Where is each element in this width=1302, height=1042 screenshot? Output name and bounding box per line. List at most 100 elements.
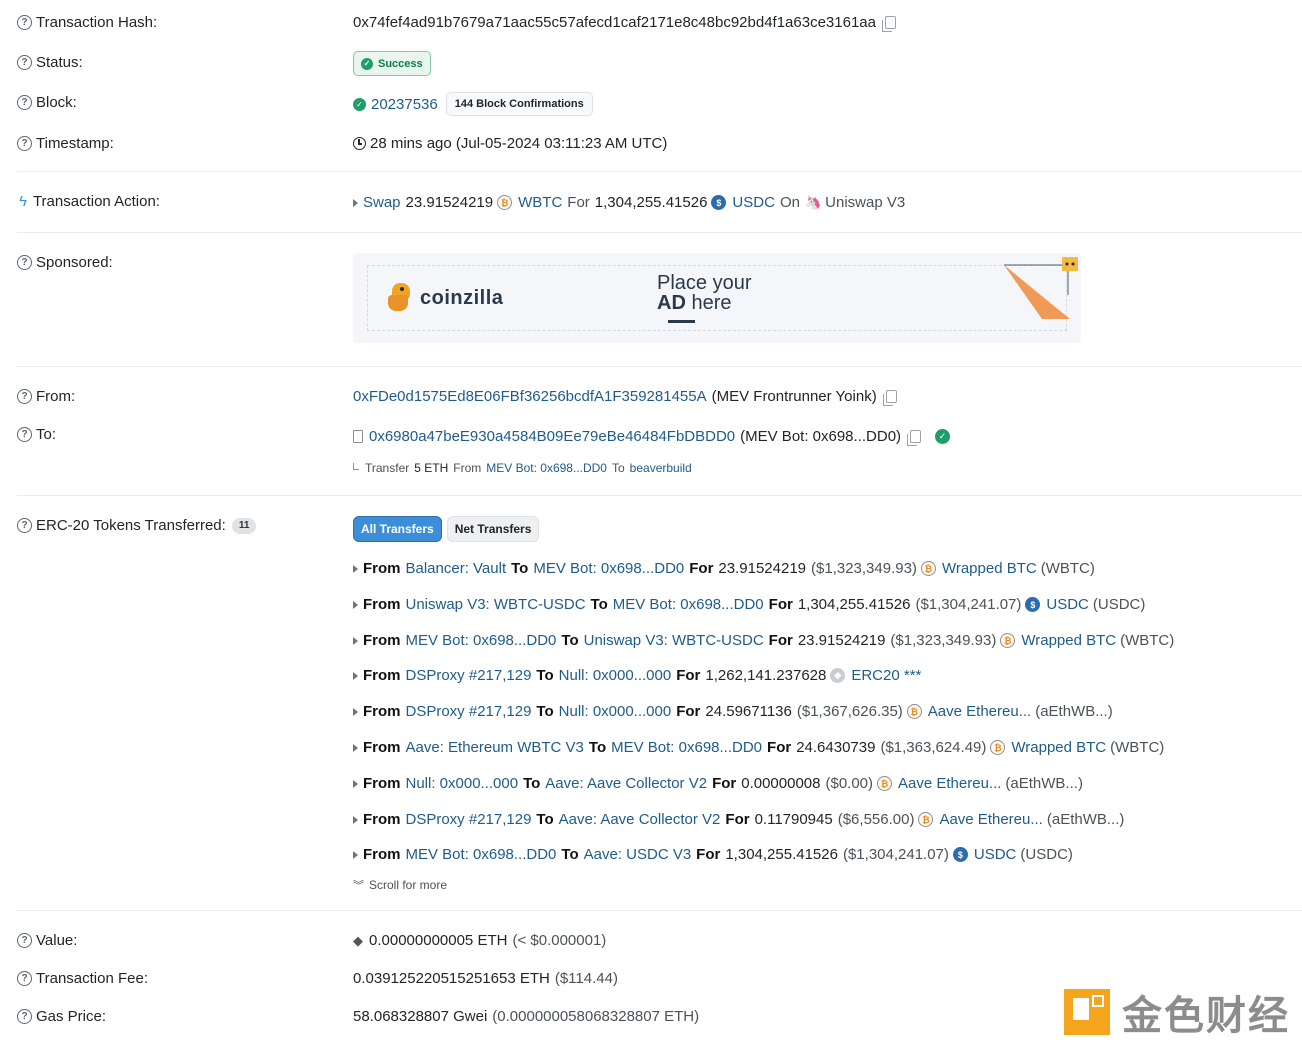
- caret-right-icon[interactable]: [353, 707, 358, 716]
- to-address-link[interactable]: 0x6980a47beE930a4584B09Ee79eBe46484FbDBD…: [369, 428, 735, 445]
- block-number-link[interactable]: 20237536: [371, 96, 438, 113]
- swap-link[interactable]: Swap: [363, 194, 401, 211]
- uniswap-label: Uniswap V3: [825, 194, 906, 211]
- tx-hash-label: ? Transaction Hash:: [17, 14, 157, 31]
- caret-right-icon[interactable]: [353, 600, 358, 609]
- token-link[interactable]: Aave Ethereu...: [939, 811, 1042, 828]
- transfer-to-link[interactable]: Aave: USDC V3: [584, 846, 692, 863]
- transfer-to-link[interactable]: Uniswap V3: WBTC-USDC: [584, 632, 764, 649]
- to-keyword: To: [536, 667, 554, 684]
- transfer-row: From Uniswap V3: WBTC-USDC To MEV Bot: 0…: [353, 596, 1145, 613]
- from-label: ? From:: [17, 388, 75, 405]
- copy-icon[interactable]: [907, 430, 922, 446]
- caret-right-icon[interactable]: [353, 671, 358, 680]
- transfer-amount: 1,304,255.41526: [725, 846, 838, 863]
- transfer-to-link[interactable]: Aave: Aave Collector V2: [545, 775, 707, 792]
- token-link[interactable]: Wrapped BTC: [1021, 632, 1116, 649]
- value-amount: ◆ 0.00000000005 ETH (< $0.000001): [353, 932, 607, 949]
- status-label: ? Status:: [17, 54, 83, 71]
- token-symbol: (USDC): [1092, 596, 1146, 613]
- help-icon[interactable]: ?: [17, 518, 32, 533]
- btc-token-icon: ₿: [920, 561, 936, 576]
- divider: [17, 495, 1302, 496]
- transfer-to-link[interactable]: MEV Bot: 0x698...DD0: [533, 560, 684, 577]
- help-icon[interactable]: ?: [17, 95, 32, 110]
- transfer-from-link[interactable]: DSProxy #217,129: [406, 811, 532, 828]
- caret-right-icon[interactable]: [353, 636, 358, 645]
- tx-hash-text: 0x74fef4ad91b7679a71aac55c57afecd1caf217…: [353, 14, 876, 31]
- corner-arrow-icon: [353, 462, 359, 470]
- caret-right-icon[interactable]: [353, 850, 358, 859]
- divider: [17, 910, 1302, 911]
- transfer-to-link[interactable]: Null: 0x000...000: [559, 703, 672, 720]
- caret-right-icon[interactable]: [353, 815, 358, 824]
- caret-right-icon[interactable]: [353, 198, 358, 207]
- to-address-name: (MEV Bot: 0x698...DD0): [740, 428, 902, 445]
- help-icon[interactable]: ?: [17, 1009, 32, 1024]
- caret-right-icon[interactable]: [353, 564, 358, 573]
- transfer-usd: ($1,323,349.93): [890, 632, 997, 649]
- token-symbol: (aEthWB...): [1046, 811, 1125, 828]
- token-link[interactable]: USDC: [974, 846, 1017, 863]
- scroll-more[interactable]: ︾ Scroll for more: [353, 877, 447, 893]
- sponsored-ad-banner[interactable]: coinzilla Place your AD here: [353, 253, 1081, 343]
- wbtc-token-link[interactable]: WBTC: [518, 194, 562, 211]
- caret-right-icon[interactable]: [353, 779, 358, 788]
- transfer-to-link[interactable]: Null: 0x000...000: [559, 667, 672, 684]
- help-icon[interactable]: ?: [17, 136, 32, 151]
- token-link[interactable]: USDC: [1046, 596, 1089, 613]
- internal-from-link[interactable]: MEV Bot: 0x698...DD0: [486, 461, 607, 475]
- from-keyword: From: [363, 775, 401, 792]
- transfer-to-link[interactable]: MEV Bot: 0x698...DD0: [613, 596, 764, 613]
- transfer-to-link[interactable]: Aave: Aave Collector V2: [559, 811, 721, 828]
- ad-headline: Place your AD here: [657, 272, 752, 314]
- help-icon[interactable]: ?: [17, 427, 32, 442]
- divider: [17, 171, 1302, 172]
- transfer-from-link[interactable]: Aave: Ethereum WBTC V3: [406, 739, 584, 756]
- tab-all-transfers[interactable]: All Transfers: [353, 516, 442, 542]
- to-value: 0x6980a47beE930a4584B09Ee79eBe46484FbDBD…: [353, 428, 955, 446]
- token-symbol: (USDC): [1020, 846, 1073, 863]
- transfer-from-link[interactable]: MEV Bot: 0x698...DD0: [406, 632, 557, 649]
- erc20-label: ? ERC-20 Tokens Transferred: 11: [17, 517, 257, 534]
- transfer-from-link[interactable]: MEV Bot: 0x698...DD0: [406, 846, 557, 863]
- help-icon[interactable]: ?: [17, 255, 32, 270]
- usdc-token-link[interactable]: USDC: [732, 194, 775, 211]
- copy-icon[interactable]: [881, 16, 896, 32]
- transfer-from-link[interactable]: DSProxy #217,129: [406, 667, 532, 684]
- coinzilla-brand: coinzilla: [420, 287, 504, 309]
- transfer-to-link[interactable]: MEV Bot: 0x698...DD0: [611, 739, 762, 756]
- help-icon[interactable]: ?: [17, 55, 32, 70]
- ad-underline: [668, 320, 695, 323]
- help-icon[interactable]: ?: [17, 933, 32, 948]
- token-link[interactable]: Aave Ethereu...: [928, 703, 1031, 720]
- from-address-link[interactable]: 0xFDe0d1575Ed8E06FBf36256bcdfA1F35928145…: [353, 388, 707, 405]
- token-link[interactable]: Wrapped BTC: [942, 560, 1037, 577]
- tab-net-transfers[interactable]: Net Transfers: [446, 516, 540, 542]
- transfer-from-link[interactable]: DSProxy #217,129: [406, 703, 532, 720]
- help-icon[interactable]: ?: [17, 971, 32, 986]
- transfer-amount: 24.6430739: [796, 739, 876, 756]
- gas-label: ? Gas Price:: [17, 1008, 106, 1025]
- check-circle-icon: ✓: [353, 97, 366, 111]
- help-icon[interactable]: ?: [17, 15, 32, 30]
- lightning-icon: ϟ: [19, 193, 27, 210]
- help-icon[interactable]: ?: [17, 389, 32, 404]
- transfer-from-link[interactable]: Null: 0x000...000: [406, 775, 519, 792]
- token-symbol: (WBTC): [1110, 739, 1165, 756]
- token-link[interactable]: Aave Ethereu...: [898, 775, 1001, 792]
- internal-to-link[interactable]: beaverbuild: [630, 461, 692, 475]
- from-keyword: From: [363, 846, 401, 863]
- block-value: ✓ 20237536 144 Block Confirmations: [353, 92, 593, 116]
- token-link[interactable]: ERC20 ***: [851, 667, 921, 684]
- copy-icon[interactable]: [882, 390, 897, 406]
- transfer-from-link[interactable]: Balancer: Vault: [406, 560, 507, 577]
- caret-right-icon[interactable]: [353, 743, 358, 752]
- transfer-row: From Balancer: Vault To MEV Bot: 0x698..…: [353, 560, 1095, 577]
- btc-token-icon: ₿: [877, 776, 893, 791]
- for-keyword: For: [712, 775, 737, 792]
- token-link[interactable]: Wrapped BTC: [1011, 739, 1106, 756]
- transfer-from-link[interactable]: Uniswap V3: WBTC-USDC: [406, 596, 586, 613]
- usdc-token-icon: $: [1025, 597, 1041, 612]
- from-value: 0xFDe0d1575Ed8E06FBf36256bcdfA1F35928145…: [353, 388, 897, 406]
